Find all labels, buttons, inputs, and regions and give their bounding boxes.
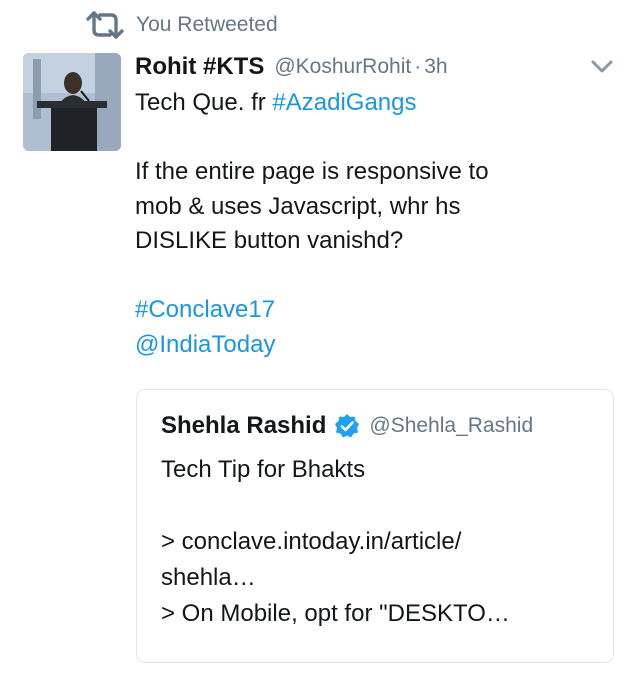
verified-badge-icon [334, 413, 360, 439]
tweet-timestamp[interactable]: 3h [424, 55, 447, 79]
quoted-line: > conclave.intoday.in/article/ [161, 528, 462, 555]
author-handle[interactable]: @KoshurRohit [274, 55, 411, 79]
tweet-header: Rohit #KTS @KoshurRohit · 3h [135, 50, 615, 84]
tweet-text: Tech Que. fr #AzadiGangs If the entire p… [135, 86, 615, 362]
quoted-tweet-header: Shehla Rashid @Shehla_Rashid [161, 408, 533, 444]
hashtag-azadigangs[interactable]: #AzadiGangs [272, 89, 416, 116]
author-display-name[interactable]: Rohit #KTS [135, 53, 264, 81]
mention-indiatoday[interactable]: @IndiaToday [135, 331, 275, 358]
line-break [135, 259, 615, 294]
tweet-line: Tech Que. fr #AzadiGangs [135, 86, 615, 121]
line-break [135, 121, 615, 156]
avatar[interactable] [23, 53, 121, 151]
chevron-down-icon[interactable] [589, 57, 615, 77]
quoted-line: shehla… [161, 564, 256, 591]
retweet-icon [84, 10, 126, 40]
retweet-label: You Retweeted [136, 13, 278, 36]
quoted-tweet-text: Tech Tip for Bhakts > conclave.intoday.i… [161, 452, 601, 632]
retweet-context: You Retweeted [84, 9, 278, 41]
tweet-line: If the entire page is responsive to [135, 158, 489, 185]
quoted-author-handle: @Shehla_Rashid [369, 414, 534, 437]
quoted-tweet-card[interactable]: Shehla Rashid @Shehla_Rashid Tech Tip fo… [136, 389, 614, 663]
tweet-text-segment: Tech Que. fr [135, 89, 273, 116]
quoted-author-name: Shehla Rashid [161, 412, 327, 439]
tweet-line: mob & uses Javascript, whr hs [135, 192, 461, 220]
separator-dot: · [414, 55, 422, 78]
line-break [161, 488, 601, 524]
quoted-line: Tech Tip for Bhakts [161, 456, 366, 483]
tweet-line: DISLIKE button vanishd? [135, 227, 404, 254]
hashtag-conclave17[interactable]: #Conclave17 [135, 296, 275, 323]
quoted-line: > On Mobile, opt for "DESKTO… [161, 600, 510, 627]
